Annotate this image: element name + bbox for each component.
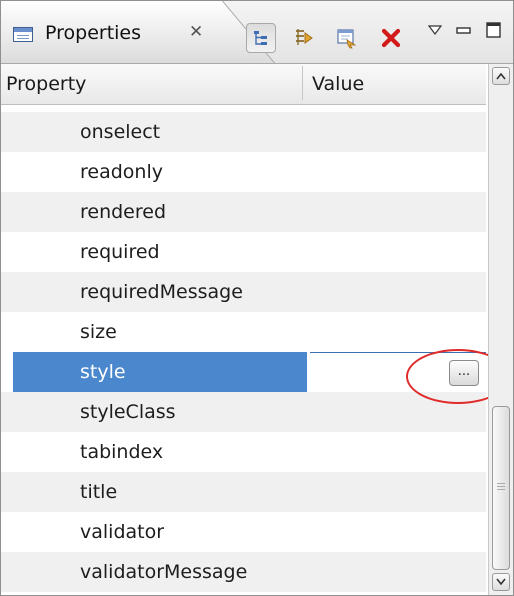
restore-default-icon <box>337 29 357 49</box>
properties-tab[interactable]: Properties ✕ <box>1 1 223 63</box>
property-name: required <box>80 241 160 263</box>
table-row[interactable]: size <box>1 312 486 352</box>
property-name: onselect <box>80 121 161 143</box>
property-name: tabindex <box>80 441 164 463</box>
property-name: readonly <box>80 161 163 183</box>
restore-default-button[interactable] <box>332 23 362 53</box>
property-name: rendered <box>80 201 167 223</box>
show-categories-icon <box>254 31 267 45</box>
table-row[interactable]: onselect <box>1 112 486 152</box>
table-row[interactable]: styleClass <box>1 392 486 432</box>
table-row[interactable]: tabindex <box>1 432 486 472</box>
show-advanced-icon <box>296 29 313 45</box>
column-divider[interactable] <box>302 66 303 100</box>
minimize-icon <box>456 27 471 34</box>
properties-view: Properties ✕ Property Value onselect rea… <box>0 0 514 596</box>
property-name: requiredMessage <box>80 281 243 303</box>
property-name: styleClass <box>80 401 176 423</box>
value-column-header[interactable]: Value <box>312 73 364 95</box>
close-icon[interactable]: ✕ <box>189 22 203 42</box>
property-name: title <box>80 481 118 503</box>
tab-title: Properties <box>45 22 142 44</box>
property-name: size <box>80 321 117 343</box>
show-advanced-button[interactable] <box>289 23 319 53</box>
properties-view-icon <box>13 27 33 42</box>
table-row[interactable]: title <box>1 472 486 512</box>
property-name: style <box>80 361 126 383</box>
grip-icon <box>497 483 505 484</box>
view-menu-icon <box>427 25 443 35</box>
table-row[interactable]: validator <box>1 512 486 552</box>
property-column-header[interactable]: Property <box>6 73 86 95</box>
table-row[interactable]: required <box>1 232 486 272</box>
selection-highlight <box>13 352 307 392</box>
show-categories-button[interactable] <box>246 23 276 53</box>
view-tab-bar: Properties ✕ <box>1 1 513 64</box>
scrollbar-thumb[interactable] <box>492 406 510 570</box>
table-header: Property Value <box>1 64 486 105</box>
table-row[interactable]: validatorMessage <box>1 552 486 592</box>
table-row[interactable]: readonly <box>1 152 486 192</box>
remove-property-button[interactable] <box>376 23 406 53</box>
table-row[interactable]: rendered <box>1 192 486 232</box>
maximize-icon <box>486 22 501 38</box>
table-row[interactable]: requiredMessage <box>1 272 486 312</box>
scroll-down-button[interactable] <box>492 573 510 591</box>
remove-property-icon <box>381 28 401 48</box>
minimize-button[interactable] <box>456 21 472 40</box>
property-name: validator <box>80 521 165 543</box>
property-name: validatorMessage <box>80 561 248 583</box>
maximize-button[interactable] <box>485 21 503 43</box>
scroll-up-button[interactable] <box>492 67 510 85</box>
chevron-down-icon <box>496 578 506 586</box>
chevron-up-icon <box>496 72 506 80</box>
vertical-scrollbar[interactable] <box>488 64 513 595</box>
view-menu-button[interactable] <box>427 21 443 40</box>
